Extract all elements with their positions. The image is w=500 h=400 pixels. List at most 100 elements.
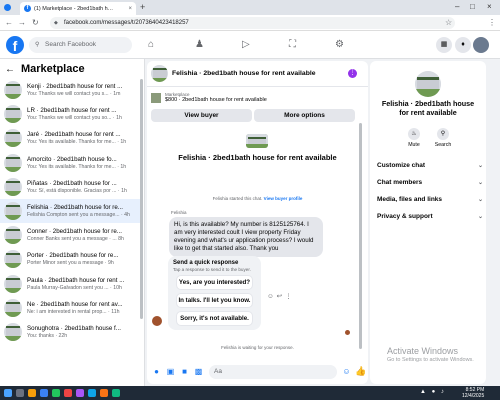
message-more-icon[interactable]: ⋮ bbox=[285, 293, 295, 300]
privacy-support-row[interactable]: Privacy & support ⌄ bbox=[377, 208, 483, 224]
app-icon[interactable] bbox=[112, 389, 120, 397]
chat-members-row[interactable]: Chat members ⌄ bbox=[377, 174, 483, 190]
gaming-icon[interactable]: ⚙ bbox=[335, 39, 344, 50]
conversation-item[interactable]: LR · 2bed1bath house for rent ... You: Th… bbox=[0, 102, 140, 126]
conversation-title: Kenji · 2bed1bath house for rent ... bbox=[27, 83, 123, 91]
minimize-button[interactable]: – bbox=[455, 2, 459, 11]
conversation-item[interactable]: Kenji · 2bed1bath house for rent ... You:… bbox=[0, 78, 140, 102]
message-input[interactable]: Aa bbox=[209, 364, 337, 379]
tab-close-icon[interactable]: × bbox=[128, 6, 132, 12]
bookmark-star-icon[interactable]: ☆ bbox=[445, 18, 452, 27]
conversation-preview: You: Yes its available. Thanks for me...… bbox=[27, 139, 127, 146]
maximize-button[interactable]: □ bbox=[470, 2, 475, 11]
windows-taskbar: ▲ ● ♪ 8:52 PM 12/4/2025 bbox=[0, 386, 500, 400]
view-buyer-profile-link[interactable]: View buyer profile bbox=[264, 196, 303, 201]
forward-button[interactable]: → bbox=[18, 18, 26, 27]
section-label: Media, files and links bbox=[377, 195, 443, 203]
site-info-icon[interactable]: ◆ bbox=[54, 20, 58, 26]
quick-response-in-talks-button[interactable]: In talks. I'll let you know. bbox=[176, 293, 253, 308]
app-icon[interactable] bbox=[64, 389, 72, 397]
chevron-down-icon: ⌄ bbox=[477, 213, 483, 220]
home-icon[interactable]: ⌂ bbox=[148, 39, 154, 50]
listing-thumbnail bbox=[4, 250, 22, 269]
gif-icon[interactable]: ▩ bbox=[194, 367, 203, 376]
conversation-item[interactable]: Jaré · 2bed1bath house for rent ... You: … bbox=[0, 126, 140, 150]
app-icon[interactable] bbox=[88, 389, 96, 397]
conversation-item[interactable]: Conner · 2bed1bath house for re... Conner… bbox=[0, 223, 140, 247]
facebook-logo[interactable]: f bbox=[6, 36, 24, 54]
quick-response-yes-button[interactable]: Yes, are you interested? bbox=[176, 275, 253, 290]
reply-icon[interactable]: ↩ bbox=[277, 293, 285, 300]
customize-chat-row[interactable]: Customize chat ⌄ bbox=[377, 157, 483, 173]
media-files-row[interactable]: Media, files and links ⌄ bbox=[377, 191, 483, 207]
listing-summary[interactable]: Marketplace $800 · 2bed1bath house for r… bbox=[151, 92, 267, 103]
sidebar-scrollbar[interactable] bbox=[140, 79, 143, 319]
app-icon[interactable] bbox=[100, 389, 108, 397]
chat-scrollbar[interactable] bbox=[359, 123, 362, 349]
listing-hero-title: Felishia · 2bed1bath house for rent avai… bbox=[178, 153, 337, 162]
system-tray[interactable]: ▲ ● ♪ bbox=[420, 389, 446, 395]
start-menu-icon[interactable] bbox=[4, 389, 12, 397]
image-icon[interactable]: ▣ bbox=[166, 367, 175, 376]
sticker-icon[interactable]: ■ bbox=[180, 367, 189, 376]
chat-started-notice: Felishia started this chat. View buyer p… bbox=[147, 196, 368, 201]
app-icon[interactable] bbox=[76, 389, 84, 397]
more-options-button[interactable]: More options bbox=[254, 109, 355, 122]
conversation-title: Jaré · 2bed1bath house for rent ... bbox=[27, 131, 121, 139]
mute-action[interactable]: ♨ Mute bbox=[401, 128, 427, 148]
new-tab-button[interactable]: + bbox=[140, 2, 145, 12]
edge-icon[interactable] bbox=[40, 389, 48, 397]
marketplace-icon[interactable]: ⛶ bbox=[289, 39, 296, 50]
marketplace-inbox-sidebar: ← Marketplace Kenji · 2bed1bath house fo… bbox=[0, 59, 145, 386]
react-emoji-icon[interactable]: ☺ bbox=[267, 293, 277, 300]
emoji-icon[interactable]: ☺ bbox=[342, 367, 351, 376]
menu-grid-icon[interactable]: ▦ bbox=[436, 37, 452, 53]
watch-icon[interactable]: ▷ bbox=[242, 39, 250, 50]
conversation-title: Piñatas · 2bed1bath house for ... bbox=[27, 179, 117, 187]
url-input[interactable]: facebook.com/messages/t/2073640423418257 bbox=[50, 17, 455, 29]
listing-profile-image bbox=[415, 71, 441, 97]
taskbar-clock[interactable]: 8:52 PM 12/4/2025 bbox=[462, 387, 484, 399]
watermark-line-2: Go to Settings to activate Windows. bbox=[387, 357, 474, 363]
listing-thumbnail bbox=[4, 81, 22, 100]
back-button[interactable]: ← bbox=[5, 18, 13, 27]
friends-icon[interactable]: ♟ bbox=[195, 39, 204, 50]
taskbar-search-icon[interactable] bbox=[16, 389, 24, 397]
listing-hero-image bbox=[246, 134, 268, 148]
message-thread: Felishia · 2bed1bath house for rent avai… bbox=[147, 126, 368, 359]
more-info-icon[interactable]: ⋮ bbox=[348, 69, 357, 78]
facebook-search-input[interactable]: Search Facebook bbox=[29, 37, 132, 53]
sender-avatar[interactable] bbox=[152, 316, 162, 326]
chrome-icon[interactable] bbox=[52, 389, 60, 397]
conversation-item[interactable]: Porter · 2bed1bath house for re... Porter… bbox=[0, 247, 140, 271]
sidebar-header: ← Marketplace bbox=[5, 63, 85, 75]
conversation-title: LR · 2bed1bath house for rent ... bbox=[27, 107, 117, 115]
view-buyer-button[interactable]: View buyer bbox=[151, 109, 252, 122]
conversation-text: Conner · 2bed1bath house for re... Conner… bbox=[27, 228, 137, 242]
reload-button[interactable]: ↻ bbox=[32, 18, 39, 27]
search-action[interactable]: ⚲ Search bbox=[430, 128, 456, 148]
conversation-text: Jaré · 2bed1bath house for rent ... You: … bbox=[27, 131, 137, 145]
close-window-button[interactable]: × bbox=[487, 2, 492, 11]
microphone-icon[interactable]: ● bbox=[152, 367, 161, 376]
profile-avatar[interactable] bbox=[473, 37, 489, 53]
conversation-item[interactable]: Sonughotra · 2bed1bath house f... You: th… bbox=[0, 320, 140, 344]
chat-title[interactable]: Felishia · 2bed1bath house for rent avai… bbox=[172, 70, 316, 77]
conversation-item[interactable]: Felishia · 2bed1bath house for re... Feli… bbox=[0, 198, 140, 224]
back-arrow-icon[interactable]: ← bbox=[5, 64, 15, 75]
conversation-preview: You: Sí, está disponible. Gracias por ..… bbox=[27, 187, 127, 194]
conversation-item[interactable]: Ne · 2bed1bath house for rent av... Ne: i… bbox=[0, 296, 140, 320]
facebook-favicon[interactable] bbox=[4, 4, 11, 11]
browser-tab-marketplace[interactable]: f (1) Marketplace - 2bed1bath h… × bbox=[20, 2, 136, 15]
quick-response-card: Send a quick response Tap a response to … bbox=[168, 256, 261, 330]
browser-menu-icon[interactable]: ⋮ bbox=[488, 18, 496, 27]
conversation-item[interactable]: Piñatas · 2bed1bath house for ... You: Sí… bbox=[0, 175, 140, 199]
notifications-icon[interactable]: ♦ bbox=[455, 37, 471, 53]
conversation-item[interactable]: Amorcito · 2bed1bath house fo... You: Yes… bbox=[0, 151, 140, 175]
like-icon[interactable]: 👍 bbox=[355, 366, 366, 377]
file-explorer-icon[interactable] bbox=[28, 389, 36, 397]
bell-icon: ♨ bbox=[408, 128, 420, 140]
conversation-title: Paula · 2bed1bath house for rent ... bbox=[27, 276, 125, 284]
conversation-item[interactable]: Paula · 2bed1bath house for rent ... Paul… bbox=[0, 272, 140, 296]
quick-response-not-available-button[interactable]: Sorry, it's not available. bbox=[176, 311, 253, 326]
